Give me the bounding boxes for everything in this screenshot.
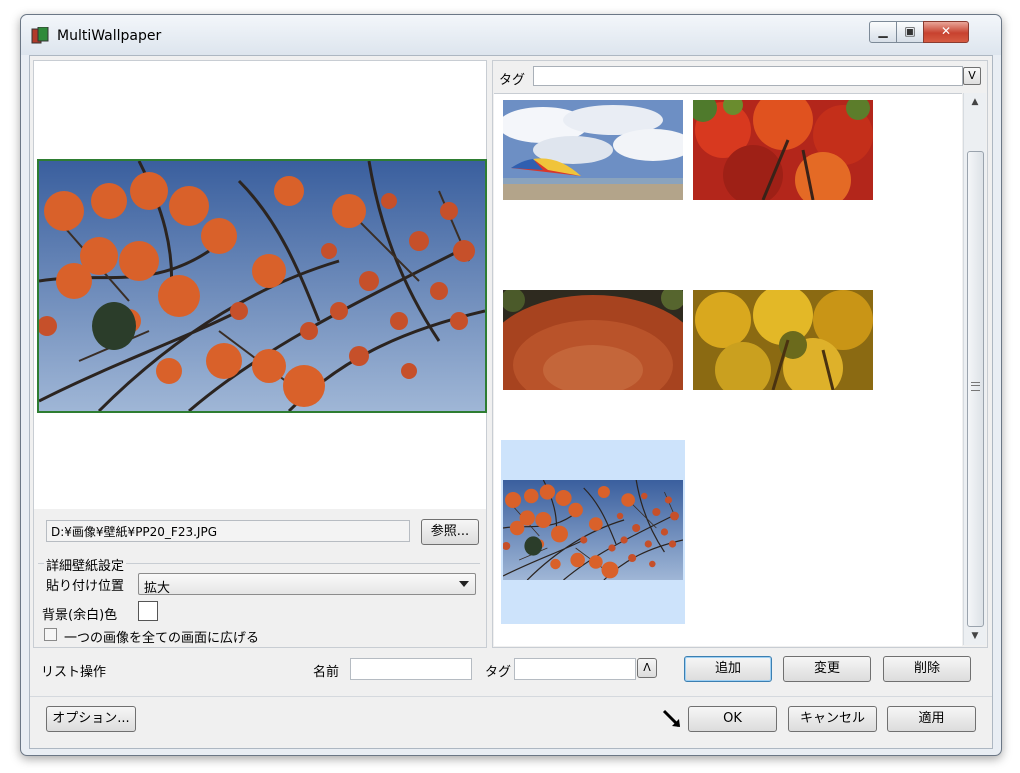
tag-filter-input[interactable] (533, 66, 963, 86)
thumbnail-persimmon-tree[interactable] (503, 480, 683, 580)
file-path-field[interactable]: D:¥画像¥壁紙¥PP20_F23.JPG (46, 520, 410, 542)
close-button[interactable]: ✕ (923, 21, 969, 43)
span-all-label: 一つの画像を全ての画面に広げる (64, 631, 260, 646)
add-button[interactable]: 追加 (684, 656, 772, 682)
name-input[interactable] (350, 658, 472, 680)
options-button[interactable]: オプション... (46, 706, 136, 732)
scroll-up-icon[interactable]: ▲ (964, 93, 986, 111)
scrollbar-thumb[interactable] (967, 151, 984, 627)
thumbnail-beach-umbrella[interactable] (503, 100, 683, 200)
grip-icon (971, 382, 980, 391)
change-button[interactable]: 変更 (783, 656, 871, 682)
app-icon (31, 27, 49, 44)
close-icon: ✕ (940, 24, 952, 38)
thumbnail-red-autumn-maple[interactable] (693, 100, 873, 200)
window-title: MultiWallpaper (57, 28, 162, 44)
chevron-down-icon: V (968, 69, 976, 82)
client-area: D:¥画像¥壁紙¥PP20_F23.JPG 参照... 詳細壁紙設定 貼り付け位… (29, 55, 993, 749)
preview-image (37, 159, 487, 413)
browse-button[interactable]: 参照... (421, 519, 479, 545)
tag-input[interactable] (514, 658, 636, 680)
app-window: MultiWallpaper ▁ ▣ ✕ D:¥画像¥壁紙¥PP20_F23.J… (20, 14, 1002, 756)
apply-button[interactable]: 適用 (887, 706, 976, 732)
list-ops-label: リスト操作 (41, 665, 107, 680)
tag-toggle-button[interactable]: Λ (637, 658, 657, 678)
thumbnail-pane: タグ V ▲ ▼ (492, 60, 988, 648)
background-color-swatch[interactable] (138, 601, 158, 621)
cancel-button[interactable]: キャンセル (788, 706, 877, 732)
chevron-up-icon: Λ (643, 661, 651, 674)
wallpaper-preview (34, 61, 487, 509)
maximize-button[interactable]: ▣ (896, 21, 924, 43)
minimize-button[interactable]: ▁ (869, 21, 897, 43)
chevron-down-icon (459, 581, 469, 587)
position-label: 貼り付け位置 (46, 579, 125, 594)
thumbnail-list[interactable] (494, 93, 962, 646)
thumbnail-fisheye-autumn-leaves[interactable] (503, 290, 683, 390)
name-label: 名前 (313, 665, 340, 680)
position-select[interactable]: 拡大 (138, 573, 476, 596)
tag-filter-dropdown-button[interactable]: V (963, 67, 981, 85)
preview-pane: D:¥画像¥壁紙¥PP20_F23.JPG 参照... 詳細壁紙設定 貼り付け位… (33, 60, 487, 648)
ok-button[interactable]: OK (688, 706, 777, 732)
span-all-checkbox[interactable] (44, 628, 57, 641)
list-operations-row: リスト操作 名前 タグ Λ 追加 変更 削除 (30, 652, 992, 688)
maximize-icon: ▣ (904, 24, 916, 38)
minimize-icon: ▁ (878, 24, 888, 38)
cursor-arrow-icon (662, 709, 681, 728)
delete-button[interactable]: 削除 (883, 656, 971, 682)
dialog-footer: オプション... OK キャンセル 適用 (30, 696, 992, 749)
background-color-label: 背景(余白)色 (42, 608, 118, 623)
scroll-down-icon[interactable]: ▼ (964, 627, 986, 645)
tag-label: タグ (485, 665, 512, 680)
title-bar[interactable]: MultiWallpaper ▁ ▣ ✕ (21, 15, 1001, 55)
thumbnail-yellow-autumn-tree[interactable] (693, 290, 873, 390)
tag-filter-label: タグ (499, 73, 526, 88)
detail-settings-title: 詳細壁紙設定 (44, 555, 127, 574)
thumbnail-scrollbar[interactable]: ▲ ▼ (963, 93, 986, 645)
position-select-value: 拡大 (144, 581, 171, 596)
